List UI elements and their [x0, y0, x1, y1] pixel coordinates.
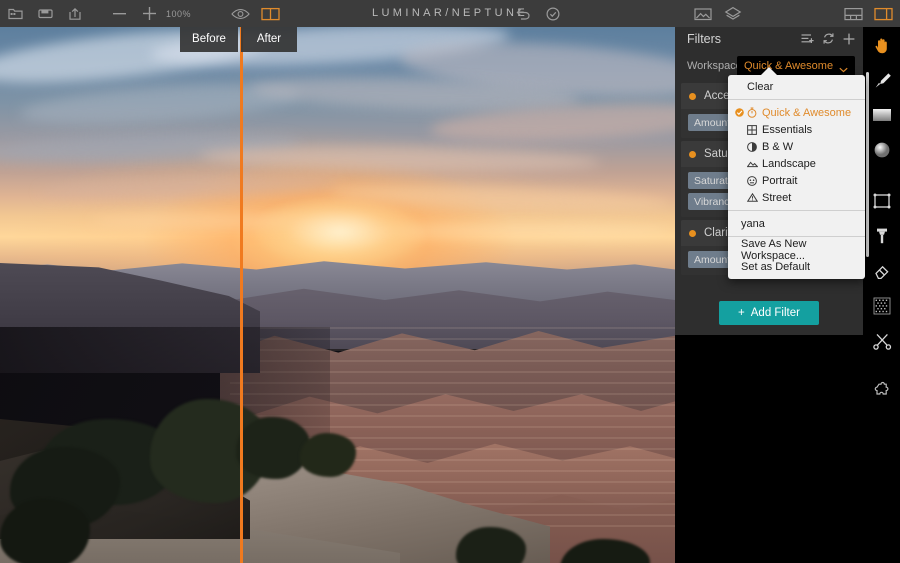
toolbar-left-group: 100% [0, 0, 191, 27]
add-filter-button[interactable]: + Add Filter [719, 301, 819, 325]
slider-label: Amount [694, 254, 730, 266]
open-folder-icon[interactable] [0, 0, 30, 27]
split-view-icon[interactable] [255, 0, 285, 27]
timer-icon [745, 107, 759, 118]
export-icon[interactable] [60, 0, 90, 27]
top-toolbar: 100% LUMINAR/NEPTUNE [0, 0, 900, 27]
menu-item-label: Landscape [762, 158, 816, 170]
adjustment-layer-icon[interactable] [718, 0, 748, 27]
menu-item-save-as-new-workspace[interactable]: Save As New Workspace... [728, 241, 865, 258]
denoise-icon[interactable] [863, 288, 900, 323]
dropdown-caret [760, 67, 778, 76]
toolbar-panel-group [838, 0, 898, 27]
filmstrip-toggle-icon[interactable] [838, 0, 868, 27]
street-icon [745, 193, 759, 202]
after-label: After [241, 27, 297, 52]
menu-item-label: yana [741, 218, 765, 230]
workspace-select[interactable]: Quick & Awesome [737, 56, 855, 76]
sun-glow [255, 197, 425, 267]
menu-item-label: B & W [762, 141, 793, 153]
filter-enabled-dot[interactable] [689, 93, 696, 100]
zoom-level-label: 100% [166, 9, 191, 19]
toolbar-view-group [225, 0, 285, 27]
luminar-app-window: 100% LUMINAR/NEPTUNE [0, 0, 900, 563]
menu-item-clear[interactable]: Clear [728, 78, 865, 95]
zoom-in-button[interactable] [134, 0, 164, 27]
menu-item-street[interactable]: Street [728, 189, 865, 206]
menu-item-label: Clear [747, 81, 773, 93]
before-label: Before [180, 27, 238, 52]
before-after-split-handle[interactable] [240, 27, 243, 563]
foreground-bush [300, 433, 356, 477]
check-icon [734, 108, 745, 117]
menu-item-landscape[interactable]: Landscape [728, 155, 865, 172]
foreground-bush [0, 499, 90, 563]
zoom-out-button[interactable] [104, 0, 134, 27]
zoom-controls: 100% [104, 0, 191, 27]
undo-icon[interactable] [508, 0, 538, 27]
right-panel-toggle-icon[interactable] [868, 0, 898, 27]
image-layer-icon[interactable] [688, 0, 718, 27]
puzzle-extension-icon[interactable] [863, 374, 900, 409]
history-icon[interactable] [538, 0, 568, 27]
filters-header-icons [801, 32, 855, 50]
menu-item-label: Street [762, 192, 791, 204]
menu-item-portrait[interactable]: Portrait [728, 172, 865, 189]
menu-item-label: Set as Default [741, 261, 810, 273]
eye-icon[interactable] [225, 0, 255, 27]
menu-item-label: Quick & Awesome [762, 107, 851, 119]
menu-item-user-workspace[interactable]: yana [728, 215, 865, 232]
plus-icon: + [738, 307, 745, 319]
menu-item-essentials[interactable]: Essentials [728, 121, 865, 138]
workspace-selected-value: Quick & Awesome [744, 60, 833, 72]
hand-tool-icon[interactable] [863, 27, 900, 62]
filter-enabled-dot[interactable] [689, 230, 696, 237]
add-filter-row: + Add Filter [675, 301, 863, 325]
essentials-icon [745, 125, 759, 135]
menu-item-label: Essentials [762, 124, 812, 136]
workspace-dropdown-menu: Clear Quick & Awesome Essentials B & W [728, 75, 865, 279]
filter-enabled-dot[interactable] [689, 151, 696, 158]
filters-title: Filters [687, 32, 721, 46]
toolbar-history-group [508, 0, 568, 27]
scissors-icon[interactable] [863, 323, 900, 358]
image-canvas[interactable]: Before After [0, 27, 675, 563]
grand-canyon-sunset-photo [0, 27, 675, 563]
contrast-icon [745, 142, 759, 152]
filter-presets-icon[interactable] [801, 32, 814, 50]
menu-separator [728, 99, 865, 100]
before-after-labels: Before After [180, 27, 297, 52]
panel-scrollbar[interactable] [866, 72, 869, 257]
eraser-tool-icon[interactable] [863, 253, 900, 288]
add-icon[interactable] [843, 32, 855, 50]
save-icon[interactable] [30, 0, 60, 27]
sync-icon[interactable] [822, 32, 835, 50]
foreground-bush [236, 417, 310, 479]
menu-item-quick-awesome[interactable]: Quick & Awesome [728, 104, 865, 121]
mountain-icon [745, 160, 759, 168]
toolbar-layers-group [688, 0, 748, 27]
menu-item-label: Save As New Workspace... [741, 238, 859, 262]
add-filter-label: Add Filter [751, 307, 800, 319]
menu-separator [728, 210, 865, 211]
filters-panel-header: Filters [675, 27, 863, 54]
slider-label: Amount [694, 117, 730, 129]
portrait-icon [745, 176, 759, 186]
menu-item-label: Portrait [762, 175, 797, 187]
menu-item-bw[interactable]: B & W [728, 138, 865, 155]
